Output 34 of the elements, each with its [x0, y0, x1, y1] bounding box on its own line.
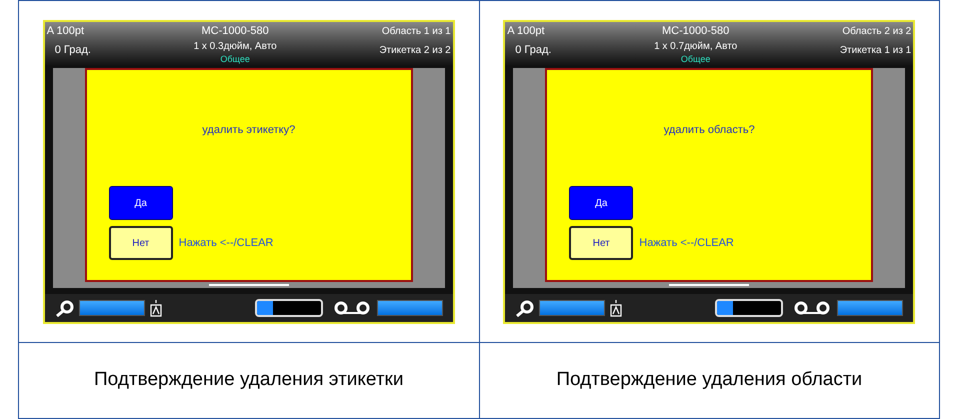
label-counter: Этикетка 2 из 2: [379, 44, 451, 58]
clear-hint: Нажать <--/CLEAR: [639, 236, 734, 251]
dialog-button[interactable]: Да: [108, 186, 173, 220]
search-icon: [54, 298, 75, 316]
ribbon-bar: [837, 300, 904, 316]
mode-label: Общее: [220, 54, 250, 64]
supply-meter: [254, 298, 323, 316]
rotation-label: 0 Град.: [54, 42, 91, 58]
clear-hint: Нажать <--/CLEAR: [178, 236, 274, 251]
dialog-button[interactable]: Нет: [108, 226, 173, 260]
text-frame-icon: [609, 298, 624, 316]
rotation-label: 0 Град.: [514, 42, 552, 58]
area-counter: Область 2 из 2: [842, 24, 912, 38]
dialog-button[interactable]: Да: [569, 186, 634, 220]
search-icon: [515, 298, 536, 316]
supply-meter: [715, 298, 784, 316]
mode-label: Общее: [680, 54, 710, 64]
label-counter: Этикетка 1 из 1: [840, 44, 912, 58]
part-number: MC-1000-580: [662, 24, 730, 38]
caption: Подтверждение удаления этикетки: [94, 368, 404, 392]
zoom-bar: [539, 300, 606, 316]
text-frame-icon: [148, 298, 163, 316]
area-counter: Область 1 из 1: [382, 24, 451, 38]
caption: Подтверждение удаления области: [556, 368, 862, 392]
part-number: MC-1000-580: [202, 24, 269, 38]
font-size-label: A 100pt: [46, 24, 86, 38]
ribbon-bar: [376, 300, 443, 316]
dialog-button[interactable]: Нет: [569, 226, 634, 260]
label-size: 1 x 0.3дюйм, Авто: [194, 40, 277, 54]
dialog-question: удалить этикетку?: [202, 122, 296, 138]
dialog-question: удалить область?: [664, 122, 755, 138]
label-size: 1 x 0.7дюйм, Авто: [654, 40, 738, 54]
zoom-bar: [78, 300, 145, 316]
font-size-label: A 100pt: [507, 24, 546, 38]
